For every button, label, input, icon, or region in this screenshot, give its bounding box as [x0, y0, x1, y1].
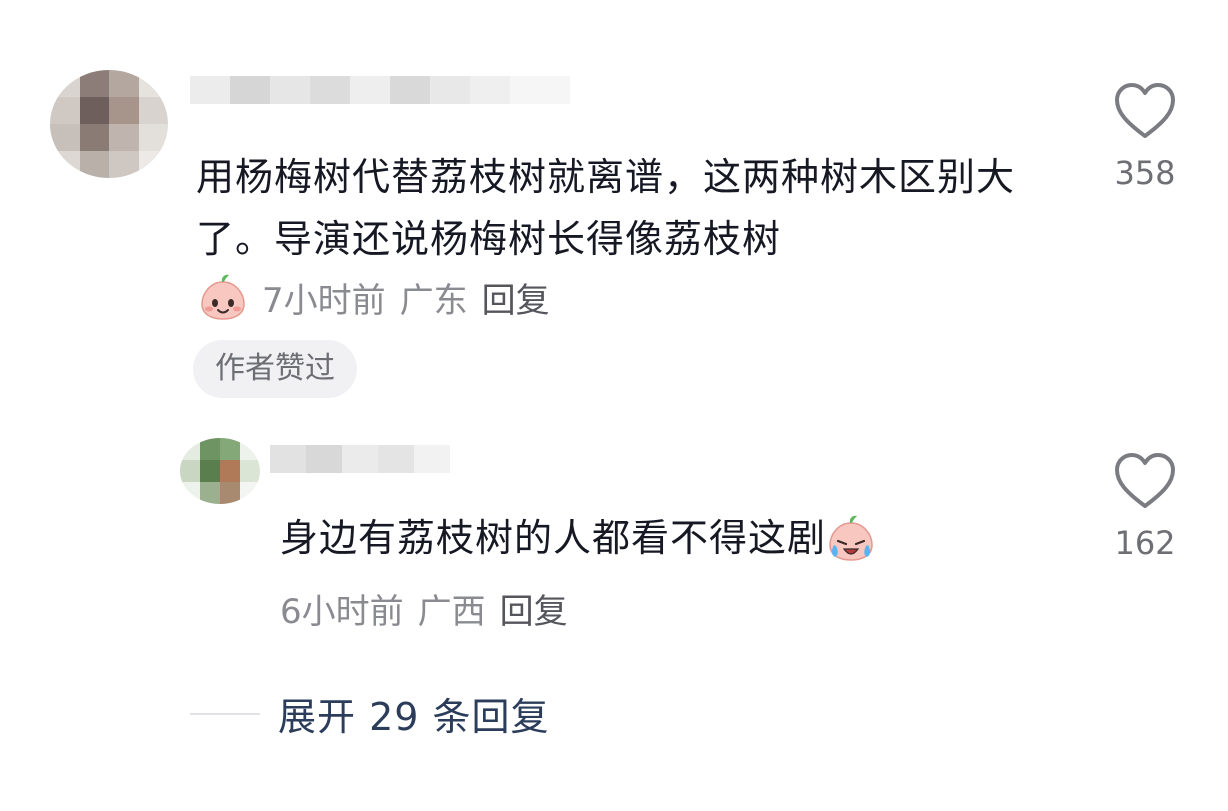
reply-like-button[interactable]: 162 [1105, 452, 1185, 562]
author-liked-badge: 作者赞过 [193, 340, 357, 398]
expand-replies-button[interactable]: 展开 29 条回复 [190, 686, 550, 741]
reply-username-blurred[interactable] [270, 445, 450, 473]
smile-emoji-icon [198, 272, 248, 322]
reply-text-row: 身边有荔枝树的人都看不得这剧 [280, 510, 876, 566]
reply-time: 6小时前 [280, 592, 404, 632]
comment-thread: 用杨梅树代替荔枝树就离谱，这两种树木区别大了。导演还说杨梅树长得像荔枝树 7小时… [0, 0, 1228, 811]
heart-icon[interactable] [1114, 452, 1176, 510]
like-button[interactable]: 358 [1105, 82, 1185, 192]
divider-line [190, 712, 260, 715]
reply-to-reply-button[interactable]: 回复 [500, 584, 568, 633]
heart-icon[interactable] [1114, 82, 1176, 140]
reply-button[interactable]: 回复 [482, 273, 550, 322]
reply-text: 身边有荔枝树的人都看不得这剧 [280, 516, 827, 560]
username-blurred[interactable] [190, 76, 570, 104]
reply-location: 广西 [417, 592, 486, 632]
reply-meta: 6小时前 广西 回复 [280, 584, 568, 633]
avatar[interactable] [50, 70, 168, 178]
comment-time: 7小时前 [262, 280, 386, 321]
comment-location: 广东 [399, 280, 468, 321]
crying-emoji-icon [826, 513, 876, 563]
reply-like-count: 162 [1114, 524, 1176, 562]
like-count: 358 [1114, 154, 1176, 192]
comment-meta: 7小时前 广东 回复 [198, 272, 550, 322]
reply-avatar[interactable] [180, 438, 260, 504]
expand-replies-label[interactable]: 展开 29 条回复 [278, 686, 550, 741]
comment-text: 用杨梅树代替荔枝树就离谱，这两种树木区别大了。导演还说杨梅树长得像荔枝树 [196, 155, 1016, 261]
